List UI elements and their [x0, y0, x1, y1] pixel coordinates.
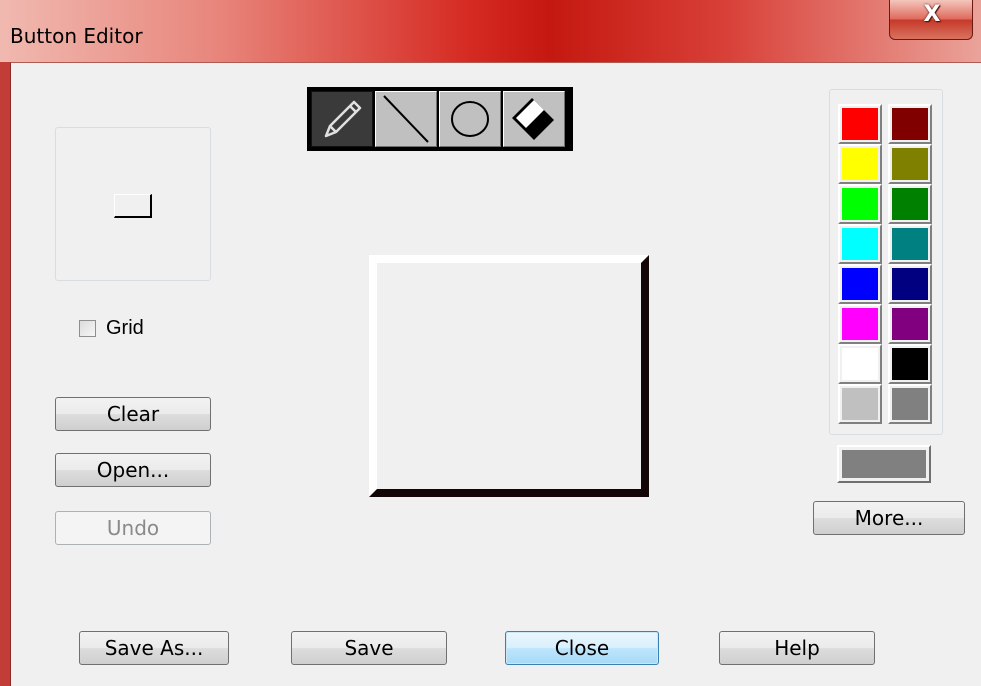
dialog-client-area: Grid Clear Open... Undo More... Save As.…	[10, 62, 981, 686]
color-swatch-fill	[892, 108, 928, 140]
color-swatch[interactable]	[888, 224, 932, 264]
color-swatch[interactable]	[888, 384, 932, 424]
pencil-icon	[324, 100, 362, 138]
color-swatch[interactable]	[838, 384, 882, 424]
more-colors-button[interactable]: More...	[813, 501, 965, 535]
color-swatch[interactable]	[888, 104, 932, 144]
color-swatch-fill	[892, 148, 928, 180]
drawing-toolbar	[307, 87, 573, 151]
color-swatch-fill	[842, 348, 878, 380]
color-swatch-fill	[892, 308, 928, 340]
button-editor-window: Button Editor X Grid Clear Open... Undo	[0, 0, 981, 686]
grid-label[interactable]: Grid	[106, 317, 144, 340]
button-preview-image	[114, 194, 152, 218]
color-swatch[interactable]	[888, 144, 932, 184]
color-swatch[interactable]	[838, 304, 882, 344]
save-as-button[interactable]: Save As...	[79, 631, 229, 665]
ellipse-icon	[451, 101, 489, 137]
color-swatch[interactable]	[888, 184, 932, 224]
close-icon: X	[923, 2, 941, 27]
color-swatch[interactable]	[838, 344, 882, 384]
color-swatch[interactable]	[838, 104, 882, 144]
color-swatch-fill	[892, 388, 928, 420]
undo-button[interactable]: Undo	[55, 511, 211, 545]
color-swatch[interactable]	[838, 144, 882, 184]
color-swatch-fill	[842, 188, 878, 220]
color-swatch-fill	[842, 148, 878, 180]
color-swatch-fill	[842, 108, 878, 140]
save-button[interactable]: Save	[291, 631, 447, 665]
line-icon	[383, 95, 429, 143]
color-swatch[interactable]	[838, 224, 882, 264]
color-swatch-fill	[842, 268, 878, 300]
color-swatch-fill	[892, 268, 928, 300]
title-bar[interactable]: Button Editor X	[0, 0, 981, 62]
tool-ellipse[interactable]	[439, 91, 501, 147]
color-swatch[interactable]	[838, 184, 882, 224]
button-preview	[55, 127, 211, 281]
help-button[interactable]: Help	[719, 631, 875, 665]
color-swatch-fill	[892, 348, 928, 380]
open-button[interactable]: Open...	[55, 453, 211, 487]
eraser-icon	[512, 98, 554, 140]
color-swatch-fill	[842, 308, 878, 340]
tool-pencil[interactable]	[311, 91, 373, 147]
color-swatch[interactable]	[838, 264, 882, 304]
color-palette	[829, 89, 943, 435]
color-swatch-fill	[892, 188, 928, 220]
close-button[interactable]: Close	[505, 631, 659, 665]
current-color-fill	[842, 450, 926, 478]
tool-line[interactable]	[375, 91, 437, 147]
color-swatch-fill	[842, 228, 878, 260]
grid-checkbox[interactable]	[79, 320, 96, 337]
clear-button[interactable]: Clear	[55, 397, 211, 431]
color-swatch-fill	[892, 228, 928, 260]
color-swatch[interactable]	[888, 344, 932, 384]
current-color-swatch	[837, 445, 931, 483]
color-swatch[interactable]	[888, 264, 932, 304]
color-swatch[interactable]	[888, 304, 932, 344]
color-swatch-fill	[842, 388, 878, 420]
drawing-canvas[interactable]	[369, 255, 649, 497]
tool-eraser[interactable]	[503, 91, 565, 147]
window-title: Button Editor	[10, 24, 143, 48]
window-close-button[interactable]: X	[889, 0, 973, 40]
